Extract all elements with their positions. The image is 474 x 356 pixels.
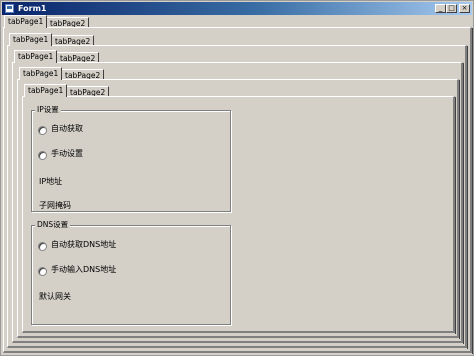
title-bar[interactable]: Form1 _ □ × xyxy=(2,2,472,15)
tab-page1-level5[interactable]: tabPage1 xyxy=(24,84,68,97)
ip-auto-label[interactable]: 自动获取 xyxy=(51,124,83,134)
ip-address-label: IP地址 xyxy=(39,177,63,186)
maximize-button[interactable]: □ xyxy=(446,4,457,13)
app-icon[interactable] xyxy=(5,4,14,13)
window-title: Form1 xyxy=(18,4,47,13)
tab-page1-level4[interactable]: tabPage1 xyxy=(19,67,63,80)
dns-manual-radio[interactable] xyxy=(38,267,47,276)
dns-auto-label[interactable]: 自动获取DNS地址 xyxy=(51,240,116,250)
ip-manual-label[interactable]: 手动设置 xyxy=(51,149,83,159)
dns-auto-radio[interactable] xyxy=(38,242,47,251)
tab-page1-level3[interactable]: tabPage1 xyxy=(14,50,58,63)
dns-manual-label[interactable]: 手动输入DNS地址 xyxy=(51,265,116,275)
ip-group-clip: 子网掩码 xyxy=(32,198,230,211)
dns-settings-legend: DNS设置 xyxy=(35,220,71,230)
tab-page1-level2[interactable]: tabPage1 xyxy=(9,33,53,46)
close-button[interactable]: × xyxy=(459,4,470,13)
ip-auto-radio[interactable] xyxy=(38,126,47,135)
default-gateway-label: 默认网关 xyxy=(39,292,71,301)
ip-manual-radio[interactable] xyxy=(38,151,47,160)
minimize-button[interactable]: _ xyxy=(435,4,446,13)
tab-page1-level1[interactable]: tabPage1 xyxy=(4,15,48,28)
ip-settings-legend: IP设置 xyxy=(35,105,61,115)
subnet-mask-label: 子网掩码 xyxy=(39,201,71,210)
